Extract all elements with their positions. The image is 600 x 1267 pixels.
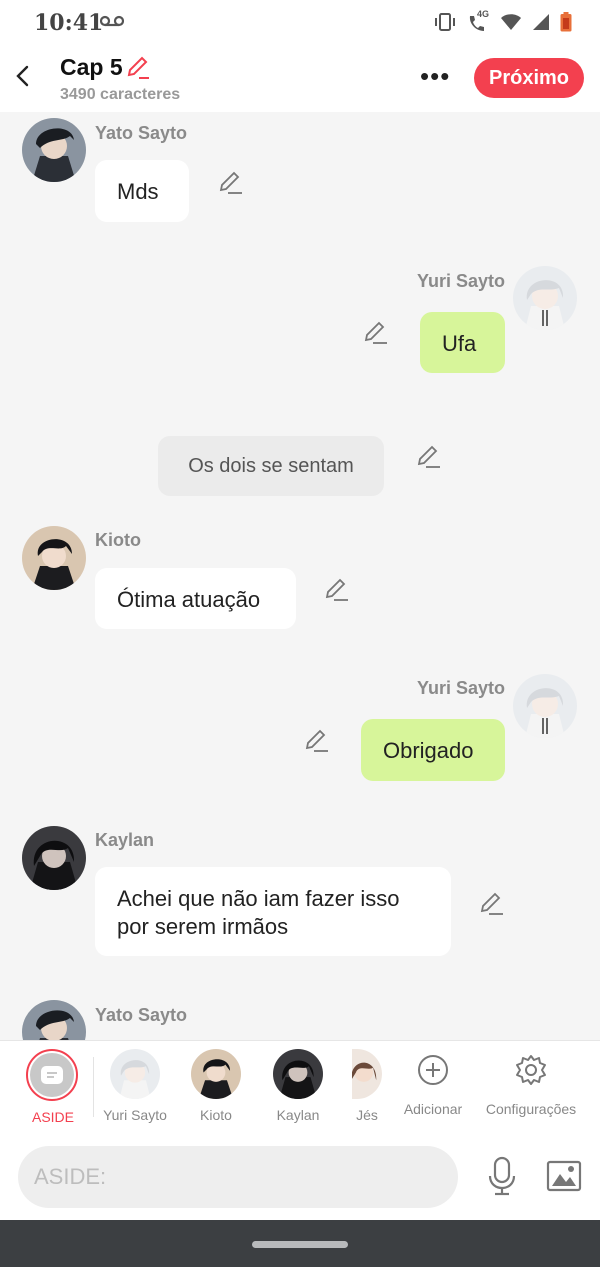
battery-icon	[560, 12, 572, 32]
aside-bubble-icon	[41, 1066, 63, 1084]
message-text: Ufa	[442, 331, 477, 356]
avatar-kioto[interactable]	[22, 526, 86, 590]
message-text: Achei que não iam fazer isso por serem i…	[117, 886, 400, 939]
edit-message-pencil-icon[interactable]	[479, 891, 505, 917]
character-count: 3490 caracteres	[60, 86, 181, 103]
edit-message-pencil-icon[interactable]	[218, 170, 244, 196]
sender-name: Yuri Sayto	[417, 271, 506, 291]
sender-name: Yuri Sayto	[417, 678, 506, 698]
character-kioto[interactable]: Kioto	[184, 1049, 248, 1123]
aside-selector[interactable]	[26, 1049, 78, 1101]
message-bubble[interactable]: Ufa	[420, 312, 505, 373]
message-bubble[interactable]: Obrigado	[361, 719, 505, 781]
aside-text: Os dois se sentam	[188, 455, 354, 477]
message-bubble[interactable]: Achei que não iam fazer isso por serem i…	[95, 867, 451, 956]
edit-message-pencil-icon[interactable]	[304, 728, 330, 754]
add-circle-icon	[418, 1055, 448, 1085]
sender-name: Kaylan	[95, 830, 155, 850]
avatar	[110, 1049, 160, 1099]
chapter-header: Cap 5 3490 caracteres ••• Próximo	[0, 46, 600, 112]
message-text: Obrigado	[383, 738, 474, 763]
chapter-title[interactable]: Cap 5	[60, 54, 123, 81]
message-bubble[interactable]: Ótima atuação	[95, 568, 296, 629]
character-name: Kioto	[200, 1107, 232, 1123]
edit-title-pencil-icon[interactable]	[125, 54, 151, 80]
avatar-yato-sayto[interactable]	[22, 1000, 86, 1040]
avatar	[273, 1049, 323, 1099]
microphone-icon[interactable]	[486, 1156, 518, 1196]
message-bubble[interactable]: Mds	[95, 160, 189, 222]
message-text: Mds	[117, 179, 159, 204]
more-options-icon[interactable]: •••	[420, 63, 450, 89]
message-text: Ótima atuação	[117, 587, 261, 612]
edit-message-pencil-icon[interactable]	[363, 320, 389, 346]
avatar-kaylan[interactable]	[22, 826, 86, 890]
avatar	[191, 1049, 241, 1099]
settings-label: Configurações	[485, 1101, 577, 1117]
sender-name: Yato Sayto	[95, 123, 188, 143]
avatar-yuri-sayto[interactable]	[513, 266, 577, 330]
character-jes[interactable]: Jés	[352, 1049, 382, 1123]
sender-name: Kioto	[95, 530, 141, 550]
character-name: Kaylan	[276, 1107, 320, 1123]
network-label: 4G	[477, 9, 490, 19]
edit-message-pencil-icon[interactable]	[416, 444, 442, 470]
signal-icon	[533, 14, 549, 30]
next-button[interactable]: Próximo	[474, 58, 584, 98]
character-yuri-sayto[interactable]: Yuri Sayto	[100, 1049, 170, 1123]
status-time: 10:41	[34, 10, 104, 36]
home-gesture-handle[interactable]	[252, 1241, 348, 1248]
add-label: Adicionar	[403, 1101, 463, 1117]
character-name: Jés	[356, 1107, 378, 1123]
voicemail-icon	[100, 15, 124, 27]
system-navigation-bar	[0, 1220, 600, 1267]
avatar-yato-sayto[interactable]	[22, 118, 86, 182]
sender-name: Yato Sayto	[95, 1005, 188, 1025]
character-name: Yuri Sayto	[103, 1107, 167, 1123]
character-selector-bar: ASIDE Yuri Sayto Kioto Kaylan Jés Adicio…	[0, 1040, 600, 1138]
avatar-yuri-sayto[interactable]	[513, 674, 577, 738]
chat-area[interactable]: Yato Sayto Mds Yuri Sayto Ufa Os dois se…	[0, 112, 600, 1040]
aside-label: ASIDE	[31, 1109, 74, 1125]
status-bar: 10:41 4G	[0, 0, 600, 46]
aside-bubble[interactable]: Os dois se sentam	[158, 436, 384, 496]
image-icon[interactable]	[546, 1160, 582, 1192]
character-kaylan[interactable]: Kaylan	[266, 1049, 330, 1123]
gear-icon	[516, 1055, 546, 1085]
wifi-icon	[501, 14, 521, 30]
settings-button[interactable]: Configurações	[484, 1053, 578, 1117]
avatar	[352, 1049, 382, 1099]
back-arrow-icon[interactable]	[12, 64, 36, 88]
divider	[93, 1057, 94, 1117]
input-bar	[0, 1136, 600, 1220]
vibrate-icon	[435, 13, 455, 31]
edit-message-pencil-icon[interactable]	[324, 577, 350, 603]
message-input[interactable]	[18, 1146, 458, 1208]
add-character-button[interactable]: Adicionar	[400, 1053, 466, 1117]
call-4g-icon: 4G	[466, 9, 490, 32]
